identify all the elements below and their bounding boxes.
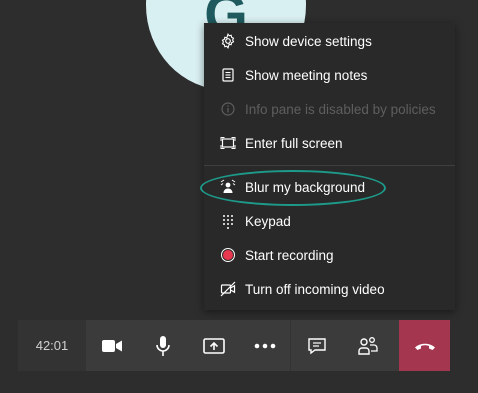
highlight-ring-annotation [200,170,386,206]
call-controls-bar: 42:01 [18,320,450,371]
camera-icon [101,339,122,352]
keypad-icon [219,212,237,230]
menu-item-label: Start recording [245,247,334,263]
chat-icon [307,337,326,354]
menu-item-meeting-notes[interactable]: Show meeting notes [204,58,455,92]
menu-item-label: Info pane is disabled by policies [245,101,436,117]
hang-up-button[interactable] [399,320,450,371]
share-screen-icon [202,337,225,354]
menu-item-label: Enter full screen [245,135,343,151]
menu-item-start-recording[interactable]: Start recording [204,238,455,272]
camera-button[interactable] [86,320,137,371]
record-icon [219,246,237,264]
menu-item-label: Show meeting notes [245,67,368,83]
menu-item-label: Show device settings [245,33,372,49]
video-off-icon [219,280,237,298]
fullscreen-icon [219,134,237,152]
menu-item-turn-off-incoming-video[interactable]: Turn off incoming video [204,272,455,306]
menu-item-label: Keypad [245,213,291,229]
microphone-button[interactable] [137,320,188,371]
hang-up-icon [414,343,435,350]
more-actions-menu: Show device settings Show meeting notes … [204,23,455,310]
menu-item-label: Turn off incoming video [245,281,385,297]
participants-button[interactable] [342,320,393,371]
more-actions-button[interactable] [239,320,291,371]
info-icon [219,100,237,118]
chat-button[interactable] [291,320,342,371]
more-icon [254,343,275,348]
microphone-icon [155,335,170,356]
menu-item-device-settings[interactable]: Show device settings [204,24,455,58]
menu-item-full-screen[interactable]: Enter full screen [204,126,455,160]
menu-divider [204,165,455,166]
share-screen-button[interactable] [188,320,239,371]
notes-icon [219,66,237,84]
menu-item-info-pane: Info pane is disabled by policies [204,92,455,126]
gear-icon [219,32,237,50]
call-timer: 42:01 [18,320,86,371]
participants-icon [357,336,378,355]
menu-item-keypad[interactable]: Keypad [204,204,455,238]
